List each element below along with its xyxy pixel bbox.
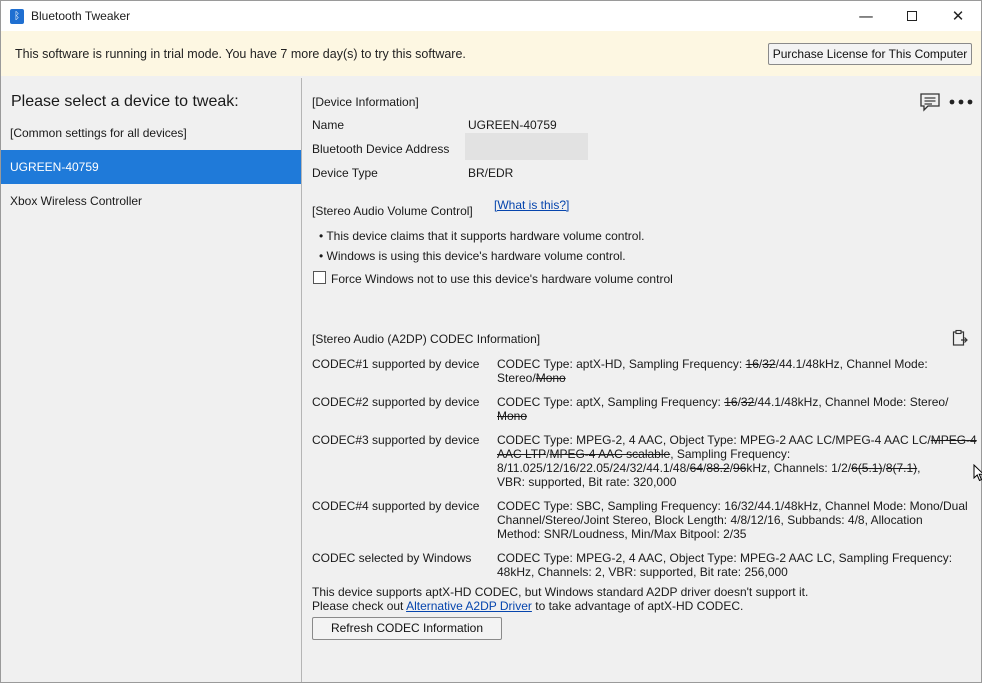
codec-line: Mono: [497, 409, 981, 423]
app-window: ᛒ Bluetooth Tweaker — ✕ This software is…: [0, 0, 982, 683]
unsupported-value: 96: [733, 461, 747, 475]
unsupported-value: 88.2: [706, 461, 730, 475]
codec-row-label: CODEC#2 supported by device: [312, 395, 480, 409]
codec-text: /44.1/48kHz, Channel Mode:: [775, 357, 928, 371]
unsupported-value: 16: [724, 395, 738, 409]
alternative-a2dp-driver-link[interactable]: Alternative A2DP Driver: [406, 599, 532, 613]
codec-text: ,: [917, 461, 921, 475]
codec-row-value: CODEC Type: MPEG-2, 4 AAC, Object Type: …: [497, 433, 981, 489]
address-value-redacted: [465, 133, 588, 160]
maximize-icon: [907, 10, 917, 21]
unsupported-value: MPEG-4 AAC scalable: [549, 447, 671, 461]
force-volume-label[interactable]: Force Windows not to use this device's h…: [331, 272, 673, 286]
codec-line: Stereo/Mono: [497, 371, 981, 385]
unsupported-value: 6(5.1): [851, 461, 883, 475]
codec-text: Method: SNR/Loudness, Min/Max Bitpool: 2…: [497, 527, 747, 541]
driver-note-post: to take advantage of aptX-HD CODEC.: [531, 599, 744, 613]
force-volume-checkbox[interactable]: [313, 271, 326, 284]
codec-heading: [Stereo Audio (A2DP) CODEC Information]: [312, 332, 541, 346]
codec-row-label: CODEC#1 supported by device: [312, 357, 480, 371]
codec-row-label: CODEC selected by Windows: [312, 551, 472, 565]
device-sidebar: Please select a device to tweak: [Common…: [1, 78, 302, 682]
trial-message: This software is running in trial mode. …: [15, 47, 466, 61]
close-button[interactable]: ✕: [935, 1, 981, 31]
codec-text: CODEC Type: MPEG-2, 4 AAC, Object Type: …: [497, 551, 953, 565]
volume-heading: [Stereo Audio Volume Control]: [312, 204, 473, 218]
codec-line: 8/11.025/12/16/22.05/24/32/44.1/48/64/88…: [497, 461, 981, 475]
codec-row-value: CODEC Type: aptX-HD, Sampling Frequency:…: [497, 357, 981, 385]
codec-line: CODEC Type: SBC, Sampling Frequency: 16/…: [497, 499, 981, 513]
codec-line: VBR: supported, Bit rate: 320,000: [497, 475, 981, 489]
comment-icon[interactable]: [919, 92, 941, 112]
codec-line: CODEC Type: MPEG-2, 4 AAC, Object Type: …: [497, 433, 981, 447]
title-bar: ᛒ Bluetooth Tweaker — ✕: [1, 1, 981, 31]
codec-line: CODEC Type: aptX, Sampling Frequency: 16…: [497, 395, 981, 409]
codec-line: CODEC Type: aptX-HD, Sampling Frequency:…: [497, 357, 981, 371]
codec-text: /44.1/48kHz, Channel Mode: Stereo/: [754, 395, 949, 409]
device-type-value: BR/EDR: [468, 166, 514, 180]
volume-bullet-1-text: This device claims that it supports hard…: [326, 229, 645, 243]
codec-row-value: CODEC Type: SBC, Sampling Frequency: 16/…: [497, 499, 981, 541]
maximize-button[interactable]: [889, 1, 935, 31]
bluetooth-icon: ᛒ: [10, 9, 24, 24]
volume-bullet-1: • This device claims that it supports ha…: [319, 229, 645, 243]
minimize-button[interactable]: —: [843, 1, 889, 31]
codec-text: , Sampling Frequency:: [670, 447, 791, 461]
clipboard-icon[interactable]: [951, 329, 969, 347]
what-is-this-link[interactable]: [What is this?]: [494, 198, 569, 212]
codec-row-value: CODEC Type: MPEG-2, 4 AAC, Object Type: …: [497, 551, 981, 579]
device-details-panel: [Device Information] Name UGREEN-40759 B…: [303, 78, 982, 682]
sidebar-item-xbox[interactable]: Xbox Wireless Controller: [1, 184, 301, 218]
more-icon[interactable]: [949, 97, 973, 107]
device-info-heading: [Device Information]: [312, 95, 419, 109]
driver-note: Please check out Alternative A2DP Driver…: [312, 599, 743, 613]
unsupported-value: 8(7.1): [885, 461, 918, 475]
window-title: Bluetooth Tweaker: [31, 9, 131, 23]
name-value: UGREEN-40759: [468, 118, 557, 132]
codec-text: VBR: supported, Bit rate: 320,000: [497, 475, 677, 489]
codec-line: Channel/Stereo/Joint Stereo, Block Lengt…: [497, 513, 981, 527]
codec-text: Channel/Stereo/Joint Stereo, Block Lengt…: [497, 513, 923, 527]
codec-row-label: CODEC#3 supported by device: [312, 433, 480, 447]
codec-text: kHz, Channels: 1/2/: [746, 461, 852, 475]
purchase-license-button[interactable]: Purchase License for This Computer: [768, 43, 972, 65]
codec-row-label: CODEC#4 supported by device: [312, 499, 480, 513]
name-label: Name: [312, 118, 345, 132]
unsupported-value: Mono: [535, 371, 566, 385]
codec-line: CODEC Type: MPEG-2, 4 AAC, Object Type: …: [497, 551, 981, 565]
unsupported-value: AAC LTP: [497, 447, 547, 461]
refresh-codec-button[interactable]: Refresh CODEC Information: [312, 617, 502, 640]
sidebar-item-common-settings[interactable]: [Common settings for all devices]: [1, 116, 301, 150]
mouse-cursor-icon: [973, 464, 982, 482]
unsupported-value: 32: [740, 395, 755, 409]
aptx-note: This device supports aptX-HD CODEC, but …: [312, 585, 809, 599]
codec-text: CODEC Type: aptX, Sampling Frequency:: [497, 395, 725, 409]
codec-line: AAC LTP/MPEG-4 AAC scalable, Sampling Fr…: [497, 447, 981, 461]
driver-note-pre: Please check out: [312, 599, 407, 613]
volume-bullet-2-text: Windows is using this device's hardware …: [326, 249, 626, 263]
codec-text: CODEC Type: MPEG-2, 4 AAC, Object Type: …: [497, 433, 931, 447]
codec-text: 8/11.025/12/16/22.05/24/32/44.1/48/: [497, 461, 690, 475]
sidebar-title: Please select a device to tweak:: [11, 93, 239, 110]
sidebar-item-ugreen[interactable]: UGREEN-40759: [1, 150, 301, 184]
codec-text: CODEC Type: aptX-HD, Sampling Frequency:: [497, 357, 746, 371]
address-label: Bluetooth Device Address: [312, 142, 450, 156]
volume-bullet-2: • Windows is using this device's hardwar…: [319, 249, 626, 263]
unsupported-value: 64: [689, 461, 703, 475]
codec-row-value: CODEC Type: aptX, Sampling Frequency: 16…: [497, 395, 981, 423]
codec-line: Method: SNR/Loudness, Min/Max Bitpool: 2…: [497, 527, 981, 541]
codec-text: CODEC Type: SBC, Sampling Frequency: 16/…: [497, 499, 968, 513]
unsupported-value: MPEG-4: [930, 433, 977, 447]
device-type-label: Device Type: [312, 166, 378, 180]
unsupported-value: Mono: [497, 409, 528, 423]
unsupported-value: 16: [745, 357, 759, 371]
codec-text: Stereo/: [497, 371, 536, 385]
unsupported-value: 32: [762, 357, 776, 371]
codec-text: 48kHz, Channels: 2, VBR: supported, Bit …: [497, 565, 788, 579]
codec-line: 48kHz, Channels: 2, VBR: supported, Bit …: [497, 565, 981, 579]
